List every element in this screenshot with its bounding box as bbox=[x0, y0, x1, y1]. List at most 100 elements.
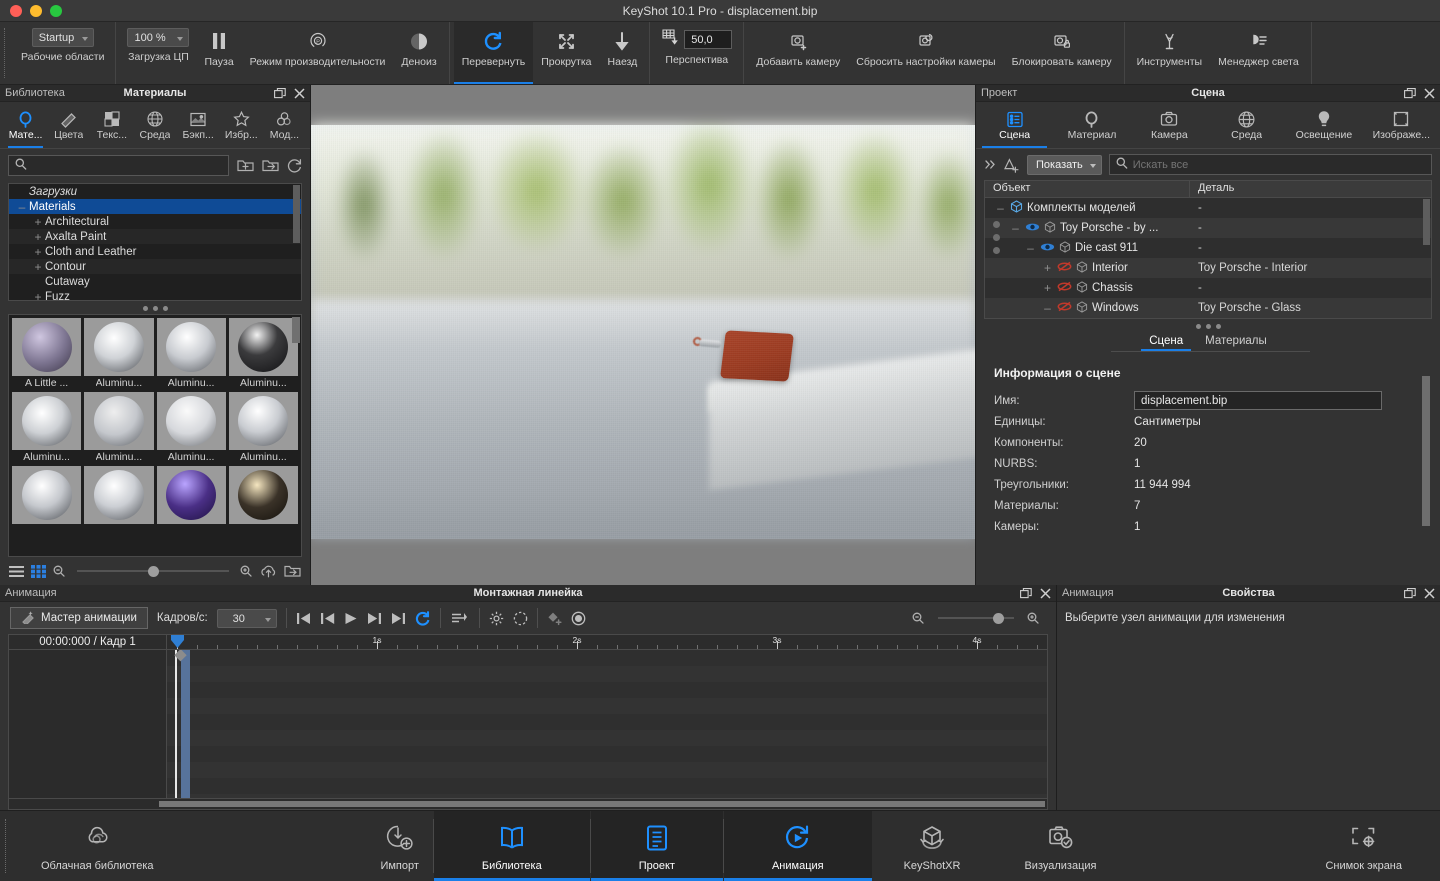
window-controls[interactable] bbox=[0, 5, 62, 17]
render-viewport[interactable] bbox=[311, 85, 975, 585]
gutter-dot[interactable] bbox=[993, 234, 1000, 241]
library-tab-textures[interactable]: Текс... bbox=[90, 102, 133, 148]
grid-view-icon[interactable] bbox=[31, 565, 46, 578]
denoise-button[interactable]: Деноиз bbox=[393, 22, 444, 84]
dock-item-animation[interactable]: Анимация bbox=[724, 811, 872, 881]
library-tab-backplates[interactable]: Бэкп... bbox=[177, 102, 220, 148]
add-folder-icon[interactable] bbox=[237, 158, 254, 173]
tree-row[interactable]: + Architectural bbox=[9, 214, 301, 229]
library-tab-favorites[interactable]: Избр... bbox=[220, 102, 263, 148]
tree-row[interactable]: + Cloth and Leather bbox=[9, 244, 301, 259]
perspective-control[interactable]: 50,0 Перспектива bbox=[654, 22, 739, 84]
cloud-upload-icon[interactable] bbox=[260, 564, 277, 578]
slider-knob[interactable] bbox=[148, 566, 159, 577]
performance-mode-button[interactable]: P Режим производительности bbox=[242, 22, 394, 84]
export-folder-icon[interactable] bbox=[284, 564, 301, 578]
scene-tree-scrollbar[interactable] bbox=[1423, 199, 1430, 245]
add-group-icon[interactable] bbox=[1003, 157, 1020, 173]
project-search-box[interactable] bbox=[1109, 154, 1432, 175]
cpu-usage-control[interactable]: 100 % Загрузка ЦП bbox=[120, 22, 196, 84]
cpu-usage-select[interactable]: 100 % bbox=[127, 28, 189, 47]
tree-row[interactable]: Загрузки bbox=[9, 184, 301, 199]
library-folder-tree[interactable]: Загрузки – Materials + Architectural + A… bbox=[8, 183, 302, 301]
timeline-ruler[interactable]: 0s 1s 2s 3s 4s bbox=[166, 634, 1048, 650]
tree-twisty[interactable]: + bbox=[31, 290, 45, 302]
dock-item-render[interactable]: Визуализация bbox=[992, 811, 1128, 881]
go-to-end-button[interactable] bbox=[391, 612, 406, 625]
tab-lighting[interactable]: Освещение bbox=[1285, 102, 1362, 148]
material-item[interactable] bbox=[229, 466, 298, 525]
library-panel-resize-handle[interactable] bbox=[0, 301, 310, 314]
material-item[interactable]: Aluminu... bbox=[229, 318, 298, 389]
track-lanes[interactable] bbox=[167, 650, 1047, 798]
timeline-zoom-slider[interactable] bbox=[938, 617, 1014, 619]
project-close-icon[interactable] bbox=[1424, 88, 1435, 99]
visibility-hidden-icon[interactable] bbox=[1057, 281, 1072, 295]
open-folder-icon[interactable] bbox=[262, 158, 279, 173]
library-tab-environment[interactable]: Среда bbox=[133, 102, 176, 148]
row-twisty[interactable]: + bbox=[1042, 281, 1053, 295]
timeline-tracks-area[interactable] bbox=[8, 650, 1048, 799]
properties-close-icon[interactable] bbox=[1424, 588, 1435, 599]
workspace-select[interactable]: Startup bbox=[32, 28, 94, 47]
tree-row[interactable]: Cutaway bbox=[9, 274, 301, 289]
tree-twisty[interactable]: + bbox=[31, 215, 45, 229]
tab-material[interactable]: Материал bbox=[1053, 102, 1130, 148]
record-keyframe-icon[interactable] bbox=[571, 611, 586, 626]
refresh-icon[interactable] bbox=[287, 158, 302, 173]
dock-item-library[interactable]: Библиотека bbox=[434, 811, 590, 881]
settings-gear-icon[interactable] bbox=[489, 611, 504, 626]
tab-environment[interactable]: Среда bbox=[1208, 102, 1285, 148]
material-item[interactable]: Aluminu... bbox=[229, 392, 298, 463]
scene-info-scrollbar[interactable] bbox=[1422, 376, 1430, 526]
properties-undock-icon[interactable] bbox=[1404, 588, 1416, 599]
tab-image[interactable]: Изображе... bbox=[1363, 102, 1440, 148]
thumbnail-size-slider[interactable] bbox=[77, 570, 229, 572]
dolly-button[interactable]: Наезд bbox=[600, 22, 646, 84]
animation-wizard-button[interactable]: Мастер анимации bbox=[10, 607, 148, 629]
dock-item-screenshot[interactable]: Снимок экрана bbox=[1311, 811, 1440, 881]
row-twisty[interactable]: – bbox=[1010, 221, 1021, 235]
slider-knob[interactable] bbox=[993, 613, 1004, 624]
step-forward-button[interactable] bbox=[367, 612, 382, 625]
row-twisty[interactable]: + bbox=[1042, 261, 1053, 275]
flip-button[interactable]: Перевернуть bbox=[454, 22, 534, 84]
playhead-line[interactable] bbox=[175, 650, 177, 798]
timeline-horizontal-scrollbar[interactable] bbox=[8, 799, 1048, 810]
project-undock-icon[interactable] bbox=[1404, 88, 1416, 99]
timeline-close-icon[interactable] bbox=[1040, 588, 1051, 599]
dock-item-project[interactable]: Проект bbox=[591, 811, 723, 881]
expand-chevrons-icon[interactable] bbox=[984, 159, 996, 170]
project-search-input[interactable] bbox=[1133, 159, 1425, 171]
table-row[interactable]: – Комплекты моделей - bbox=[985, 198, 1431, 218]
playhead-diamond-icon[interactable] bbox=[172, 650, 189, 669]
visibility-eye-icon[interactable] bbox=[1025, 222, 1040, 235]
tree-row[interactable]: + Fuzz bbox=[9, 289, 301, 301]
tree-twisty[interactable]: + bbox=[31, 230, 45, 244]
tab-camera[interactable]: Камера bbox=[1131, 102, 1208, 148]
track-names-column[interactable] bbox=[9, 650, 167, 798]
fps-select[interactable]: 30 bbox=[217, 609, 277, 628]
lock-camera-button[interactable]: Блокировать камеру bbox=[1004, 22, 1120, 84]
show-button[interactable]: Показать bbox=[1027, 155, 1102, 175]
sub-tab-scene[interactable]: Сцена bbox=[1149, 335, 1183, 351]
material-item[interactable]: Aluminu... bbox=[84, 318, 153, 389]
table-row[interactable]: – Toy Porsche - by ... - bbox=[985, 218, 1431, 238]
tree-row[interactable]: + Contour bbox=[9, 259, 301, 274]
timeline-area[interactable]: 00:00:000 / Кадр 1 0s 1s 2s 3s 4s bbox=[8, 634, 1048, 810]
tools-button[interactable]: Инструменты bbox=[1129, 22, 1210, 84]
table-row[interactable]: + Interior Toy Porsche - Interior bbox=[985, 258, 1431, 278]
reset-camera-button[interactable]: Сбросить настройки камеры bbox=[848, 22, 1003, 84]
step-back-button[interactable] bbox=[320, 612, 335, 625]
material-item[interactable]: Aluminu... bbox=[157, 392, 226, 463]
zoom-in-icon[interactable] bbox=[240, 565, 253, 578]
tree-row[interactable]: + Axalta Paint bbox=[9, 229, 301, 244]
tree-row[interactable]: – Materials bbox=[9, 199, 301, 214]
add-camera-button[interactable]: Добавить камеру bbox=[748, 22, 848, 84]
minimize-window-button[interactable] bbox=[30, 5, 42, 17]
close-window-button[interactable] bbox=[10, 5, 22, 17]
zoom-out-icon[interactable] bbox=[53, 565, 66, 578]
timeline-zoom-in-icon[interactable] bbox=[1027, 612, 1040, 625]
dock-item-keyshotxr[interactable]: KeyShotXR bbox=[872, 811, 993, 881]
timeline-zoom-out-icon[interactable] bbox=[912, 612, 925, 625]
